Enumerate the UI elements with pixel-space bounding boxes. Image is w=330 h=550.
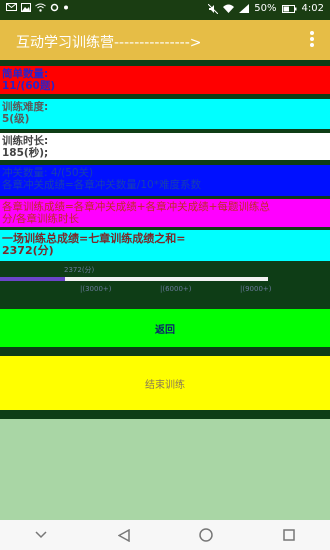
progress-tick-3000: |(3000+) [80, 285, 112, 293]
app-bar: 互动学习训练营---------------> [0, 20, 330, 60]
duration-panel: 训练时长: 185(秒); [0, 133, 330, 160]
status-icons-right: 50% 4:02 [208, 3, 324, 14]
message-icon [6, 3, 17, 11]
total-score-value: 2372(分) [2, 244, 54, 257]
return-button[interactable]: 返回 [0, 309, 330, 347]
back-triangle-icon [117, 528, 130, 542]
cell-signal-icon [239, 4, 250, 13]
progress-tick-9000: |(9000+) [240, 285, 272, 293]
duration-value: 185(秒); [2, 147, 49, 159]
progress-current-label: 2372(分) [64, 266, 95, 274]
clock: 4:02 [301, 3, 324, 14]
system-nav-bar [0, 520, 330, 550]
overflow-menu-button[interactable] [306, 30, 318, 50]
nav-collapse-button[interactable] [21, 520, 61, 550]
home-circle-icon [199, 528, 213, 542]
progress-fill [0, 277, 66, 281]
end-training-button[interactable]: 结束训练 [0, 356, 330, 410]
battery-icon [281, 4, 297, 13]
recents-square-icon [283, 529, 295, 541]
progress-track [0, 277, 268, 281]
chevron-down-icon [35, 531, 47, 539]
nav-home-button[interactable] [186, 520, 226, 550]
mute-icon [208, 3, 219, 14]
status-icons-left [6, 3, 69, 12]
status-bar: 50% 4:02 [0, 0, 330, 20]
wifi-signal-icon [35, 3, 46, 12]
difficulty-value: 5(级) [2, 113, 30, 125]
chapter-formula-line1: 各章训练成绩=各章冲关成绩+各章冲关成绩+每题训练总 [2, 201, 270, 213]
question-count-label: 简单数量: [2, 68, 49, 80]
difficulty-panel: 训练难度: 5(级) [0, 99, 330, 129]
settings-icon [50, 3, 59, 12]
notification-dot-icon [64, 5, 68, 10]
level-score-panel: 冲关数量: 4/(50关) 各章冲关成绩=各章冲关数量/10*难度系数 [0, 165, 330, 196]
level-score-formula: 各章冲关成绩=各章冲关数量/10*难度系数 [2, 179, 201, 191]
question-count-value: 11/(60题) [2, 80, 56, 92]
total-score-panel: 一场训练总成绩=七章训练成绩之和= 2372(分) [0, 230, 330, 261]
more-vert-icon [310, 31, 314, 35]
app-title: 互动学习训练营---------------> [16, 35, 202, 51]
level-count-text: 冲关数量: 4/(50关) [2, 167, 94, 179]
chapter-score-formula-panel: 各章训练成绩=各章冲关成绩+各章冲关成绩+每题训练总 分/各章训练时长 [0, 199, 330, 227]
duration-label: 训练时长: [2, 135, 49, 147]
wifi-icon [223, 4, 235, 13]
empty-area [0, 419, 330, 520]
nav-recents-button[interactable] [269, 520, 309, 550]
image-icon [21, 3, 31, 12]
battery-percent: 50% [254, 3, 277, 14]
chapter-formula-line2: 分/各章训练时长 [2, 213, 80, 225]
difficulty-label: 训练难度: [2, 101, 49, 113]
question-count-panel: 简单数量: 11/(60题) [0, 66, 330, 94]
progress-tick-6000: |(6000+) [160, 285, 192, 293]
nav-back-button[interactable] [104, 520, 144, 550]
score-progress: 2372(分) |(3000+) |(6000+) |(9000+) [0, 263, 330, 299]
